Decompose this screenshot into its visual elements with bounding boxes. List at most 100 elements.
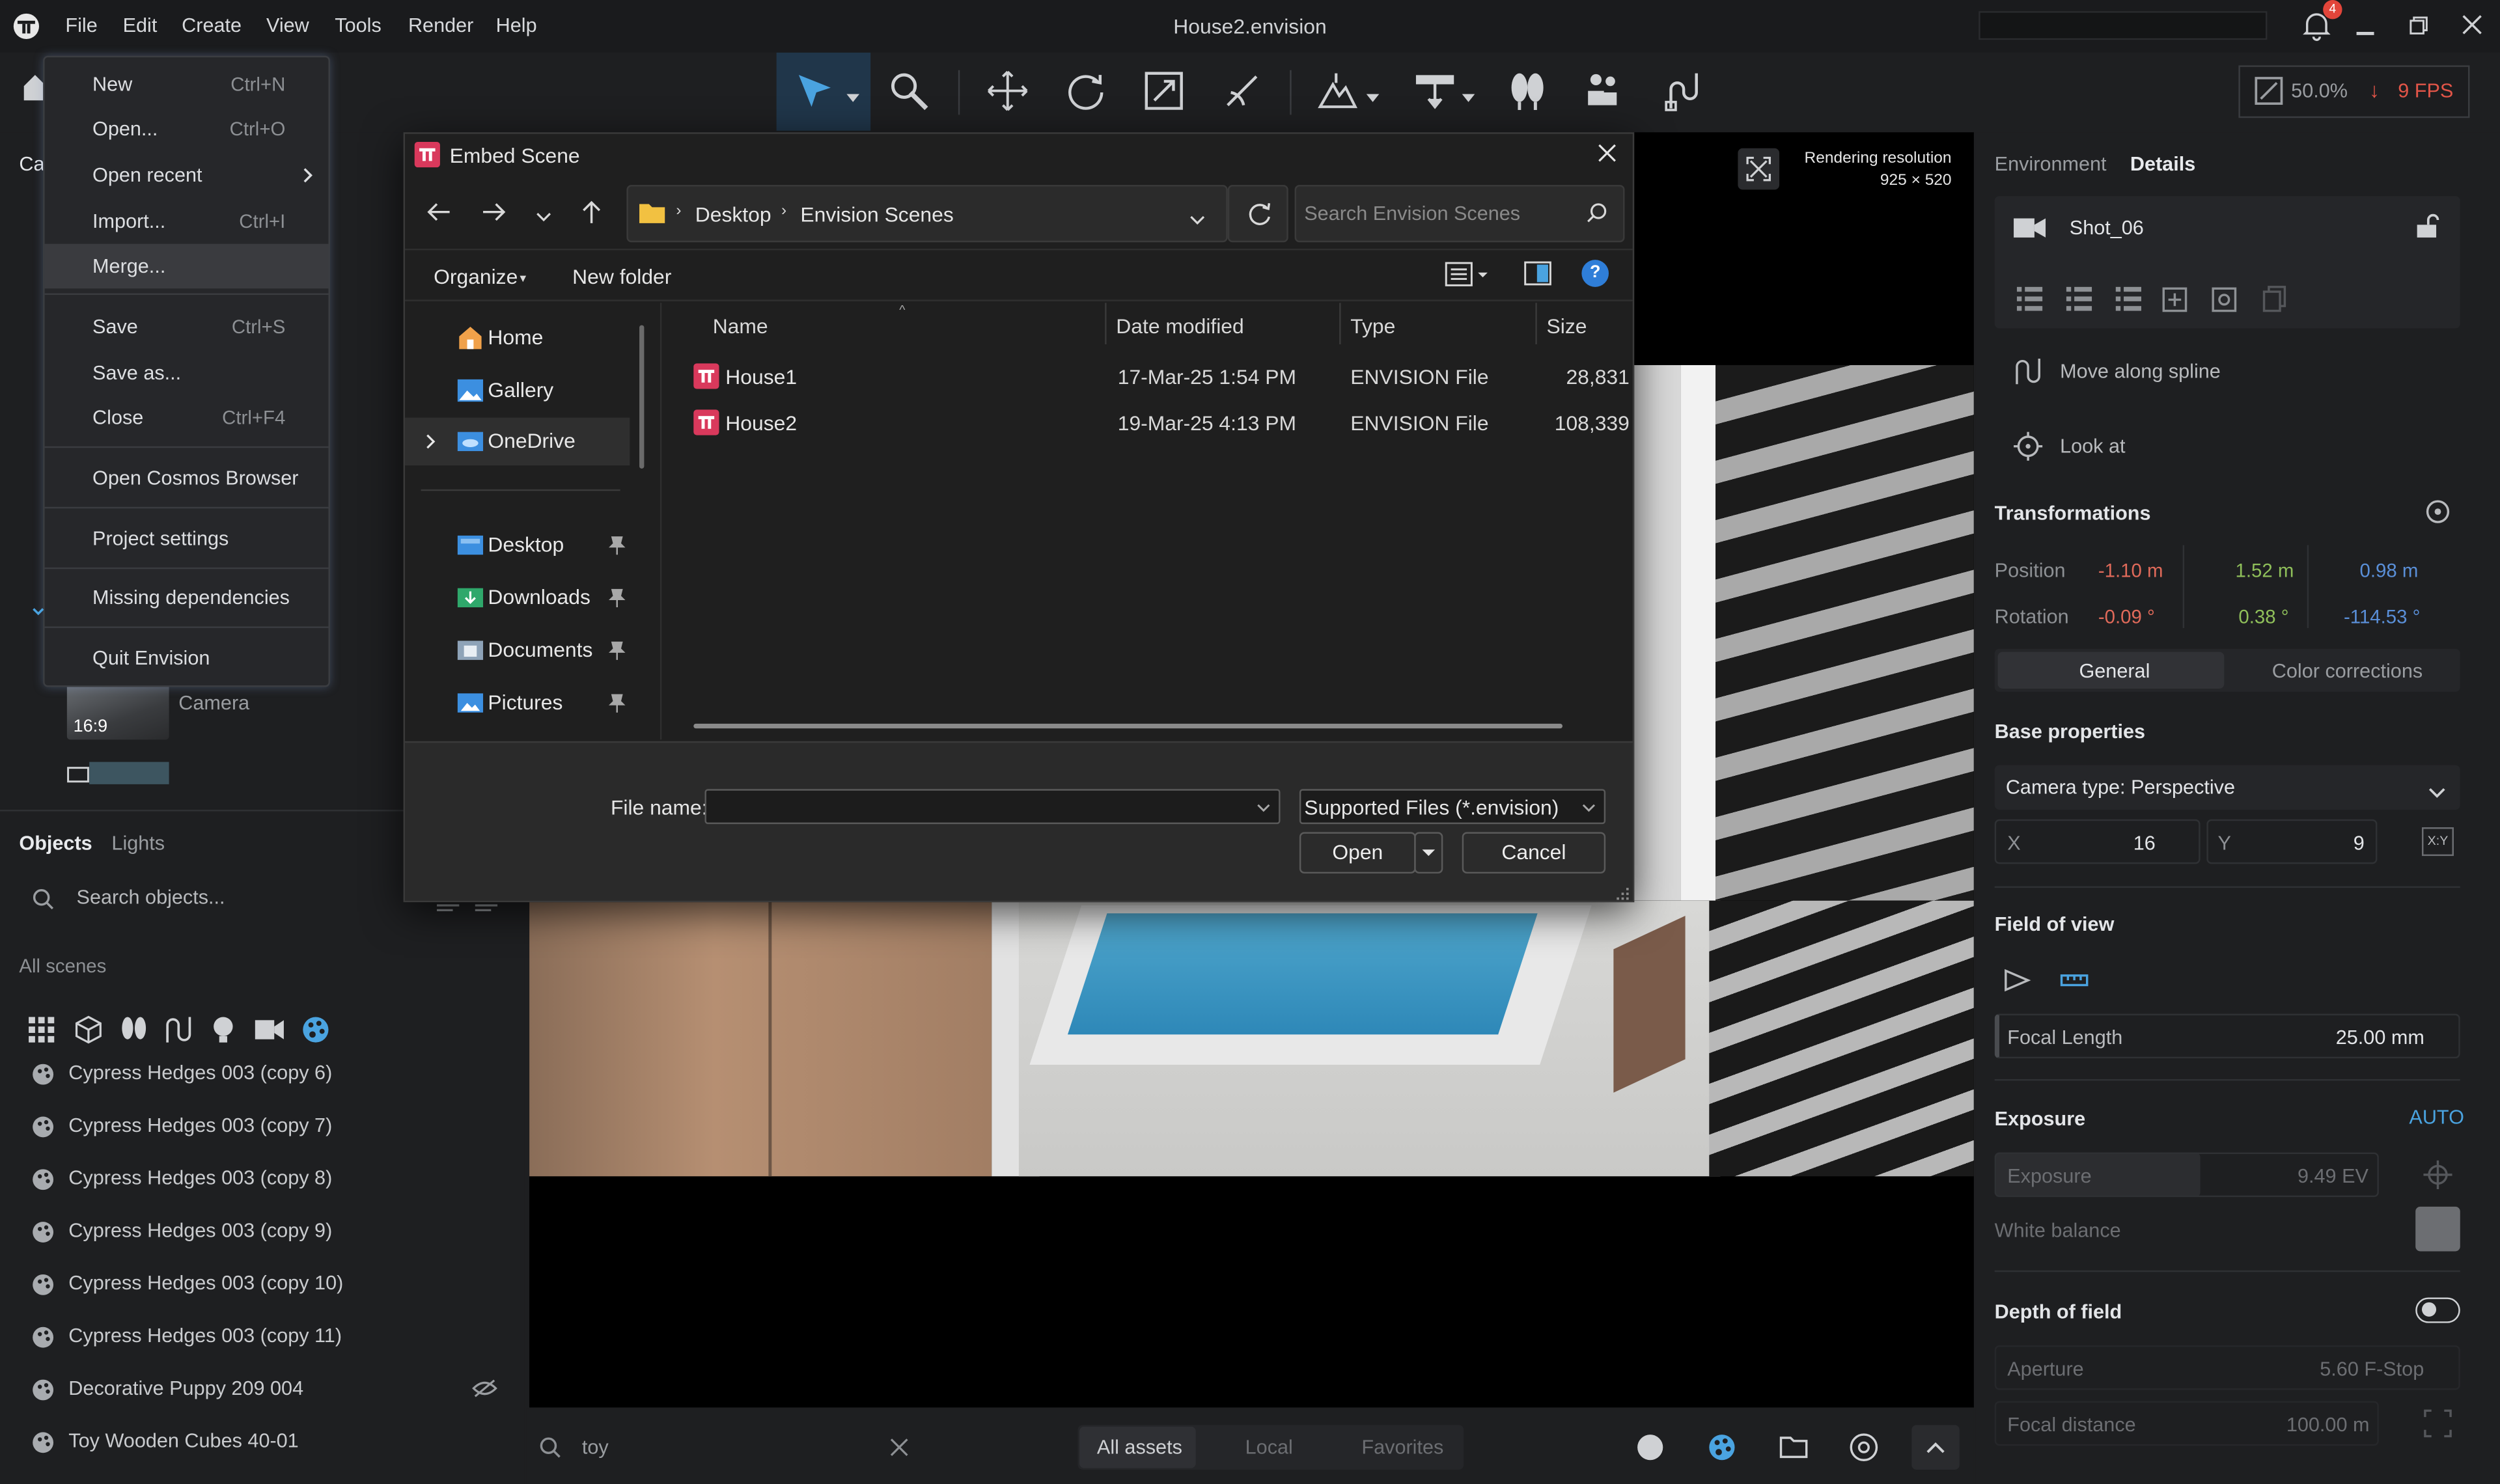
view-options-icon[interactable] <box>1445 262 1488 290</box>
open-button[interactable]: Open <box>1299 832 1416 874</box>
nav-item-onedrive[interactable]: OneDrive <box>405 417 630 466</box>
focal-length-icon[interactable] <box>2060 969 2089 996</box>
menu-item-new[interactable]: New Ctrl+N <box>45 62 329 107</box>
chevron-down-icon[interactable] <box>846 86 860 108</box>
asset-search-input[interactable]: toy <box>582 1436 609 1459</box>
list-item[interactable]: Cypress Hedges 003 (copy 7) <box>0 1100 525 1153</box>
position-z[interactable]: 0.98 m <box>2359 560 2418 582</box>
breadcrumb-desktop[interactable]: Desktop <box>695 202 771 227</box>
palette-icon[interactable] <box>1708 1433 1736 1466</box>
fullscreen-icon[interactable] <box>1738 148 1780 190</box>
focus-picker-icon[interactable] <box>2423 1409 2452 1442</box>
file-type-filter[interactable]: Supported Files (*.envision) <box>1299 789 1606 825</box>
minimize-icon[interactable] <box>2356 31 2374 34</box>
menu-file[interactable]: File <box>65 14 97 36</box>
preview-pane-icon[interactable] <box>1524 261 1551 290</box>
list-item[interactable]: Cypress Hedges 003 (copy 9) <box>0 1205 525 1257</box>
app-logo-icon[interactable] <box>13 13 40 45</box>
column-date-modified[interactable]: Date modified <box>1116 314 1243 338</box>
pin-icon[interactable] <box>609 640 626 660</box>
material-sphere-icon[interactable] <box>1636 1433 1665 1466</box>
nav-item-documents[interactable]: Documents <box>405 626 641 674</box>
list-item[interactable]: Decorative Puppy 209 004 <box>0 1363 525 1416</box>
left-panel-header[interactable]: Ca <box>19 153 44 175</box>
menu-item-quit[interactable]: Quit Envision <box>45 636 329 681</box>
menu-item-project-settings[interactable]: Project settings <box>45 516 329 561</box>
hidden-eye-icon[interactable] <box>472 1379 497 1397</box>
title-search-box[interactable] <box>1979 11 2268 40</box>
exposure-auto-button[interactable]: AUTO <box>2409 1106 2464 1129</box>
refresh-button[interactable] <box>1227 185 1288 243</box>
look-at-target-icon[interactable] <box>2014 432 2043 465</box>
look-at[interactable]: Look at <box>2060 435 2125 458</box>
tab-lights[interactable]: Lights <box>111 832 165 854</box>
rotate-icon[interactable] <box>1065 70 1107 117</box>
camera-filter-icon[interactable] <box>255 1019 284 1046</box>
list-item[interactable]: Cypress Hedges 003 (copy 10) <box>0 1257 525 1310</box>
menu-item-open-recent[interactable]: Open recent <box>45 153 329 198</box>
menu-create[interactable]: Create <box>182 14 242 36</box>
list-item[interactable]: Toy Wooden Cubes 40-01 <box>0 1416 525 1468</box>
resize-grip-icon[interactable] <box>1617 883 1630 905</box>
nav-item-gallery[interactable]: Gallery <box>405 366 641 414</box>
pin-icon[interactable] <box>609 588 626 608</box>
camera-label[interactable]: Camera <box>178 692 249 714</box>
select-arrow-icon[interactable] <box>794 70 836 117</box>
nav-item-home[interactable]: Home <box>405 314 641 361</box>
menu-edit[interactable]: Edit <box>123 14 158 36</box>
open-options-button[interactable] <box>1414 832 1443 874</box>
chevron-down-icon[interactable] <box>1257 803 1271 813</box>
nav-item-downloads[interactable]: Downloads <box>405 574 641 622</box>
menu-tools[interactable]: Tools <box>335 14 381 36</box>
people-icon[interactable] <box>1583 70 1625 117</box>
measure-icon[interactable] <box>1221 70 1263 117</box>
shot-name[interactable]: Shot_06 <box>2070 217 2144 239</box>
folder-icon[interactable] <box>1779 1435 1808 1463</box>
tab-favorites[interactable]: Favorites <box>1361 1436 1443 1459</box>
chevron-right-icon[interactable] <box>426 433 436 449</box>
up-arrow-icon[interactable] <box>580 199 602 230</box>
trees-icon[interactable] <box>1507 70 1548 117</box>
unlock-icon[interactable] <box>2415 213 2441 244</box>
menu-item-import[interactable]: Import... Ctrl+I <box>45 199 329 244</box>
asset-library-icon[interactable] <box>1850 1433 1878 1466</box>
clear-search-icon[interactable] <box>890 1438 909 1462</box>
pin-icon[interactable] <box>609 693 626 713</box>
tab-objects[interactable]: Objects <box>19 832 92 854</box>
spline-filter-icon[interactable] <box>164 1015 193 1049</box>
list-item[interactable]: Cypress Hedges 003 (copy 11) <box>0 1310 525 1363</box>
fov-angle-icon[interactable] <box>2004 968 2031 998</box>
menu-help[interactable]: Help <box>496 14 537 36</box>
cancel-button[interactable]: Cancel <box>1462 832 1606 874</box>
aspect-y-field[interactable] <box>2206 819 2378 864</box>
grid-all-icon[interactable] <box>29 1017 55 1047</box>
menu-render[interactable]: Render <box>408 14 473 36</box>
column-name[interactable]: Name <box>713 314 768 338</box>
tab-local[interactable]: Local <box>1245 1436 1293 1459</box>
move-along-spline[interactable]: Move along spline <box>2060 360 2221 382</box>
aspect-x-field[interactable] <box>1994 819 2201 864</box>
recent-locations-chevron-icon[interactable] <box>536 206 551 228</box>
nav-item-desktop[interactable]: Desktop <box>405 521 641 569</box>
exposure-picker-icon[interactable] <box>2423 1160 2452 1194</box>
menu-item-missing-dependencies[interactable]: Missing dependencies <box>45 575 329 620</box>
position-y[interactable]: 1.52 m <box>2235 560 2294 582</box>
dof-toggle[interactable] <box>2415 1297 2460 1323</box>
menu-item-close[interactable]: Close Ctrl+F4 <box>45 395 329 440</box>
menu-item-merge[interactable]: Merge... <box>44 243 329 289</box>
list-item[interactable]: Cypress Hedges 003 (copy 6) <box>0 1055 525 1100</box>
spline-icon[interactable] <box>2014 357 2042 391</box>
rotation-z[interactable]: -114.53 ° <box>2344 606 2420 628</box>
trees-filter-icon[interactable] <box>120 1015 148 1049</box>
breadcrumb-envision-scenes[interactable]: Envision Scenes <box>800 202 953 227</box>
path-icon[interactable] <box>1663 70 1704 117</box>
light-bulb-icon[interactable] <box>212 1015 234 1049</box>
drop-object-icon[interactable] <box>1414 70 1456 117</box>
camera-thumbnail-2[interactable] <box>89 762 169 784</box>
aspect-ratio-icon[interactable]: X:Y <box>2422 827 2454 857</box>
tab-environment[interactable]: Environment <box>1995 153 2107 175</box>
paint-tool-icon[interactable] <box>888 70 930 117</box>
subtab-general[interactable]: General <box>2079 660 2150 682</box>
menu-item-save[interactable]: Save Ctrl+S <box>45 305 329 350</box>
table-row[interactable]: House1 17-Mar-25 1:54 PM ENVISION File 2… <box>686 355 1633 400</box>
